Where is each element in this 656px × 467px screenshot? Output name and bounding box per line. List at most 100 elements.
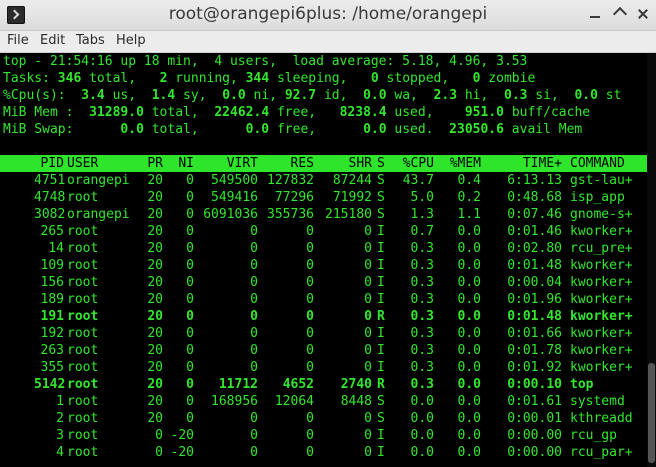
col-command: gnome-s+ bbox=[570, 207, 633, 222]
tasks-total: 346 bbox=[57, 71, 82, 86]
table-row: 192 root 20 0 0 0 0 I 0.3 0.0 0:01.66 kworker+ bbox=[0, 325, 647, 342]
col-pid: 14 bbox=[48, 241, 64, 256]
col-ni: 0 bbox=[186, 309, 194, 324]
col-user: root bbox=[67, 428, 99, 443]
table-row: 4748 root 20 0 549416 77296 71992 S 5.0 0.2 0:48.6… bbox=[0, 189, 647, 206]
col-cpu: 43.7 bbox=[402, 173, 434, 188]
col-mem: 0.0 bbox=[457, 224, 481, 239]
col-time: 0:07.46 bbox=[507, 207, 562, 222]
col-command: rcu_gp bbox=[570, 428, 617, 443]
terminal-window: root@orangepi6plus: /home/orangepi File … bbox=[0, 0, 656, 467]
col-virt: 549416 bbox=[211, 190, 258, 205]
col-time: 0:01.78 bbox=[507, 343, 562, 358]
col-shr: 71992 bbox=[332, 190, 372, 205]
col-s: I bbox=[377, 360, 385, 375]
col-s: I bbox=[377, 428, 385, 443]
table-row: 4 root 0 -20 0 0 0 I 0.0 0.0 0:00.00 rcu_par+ bbox=[0, 444, 647, 461]
header-col-res: RES bbox=[290, 156, 314, 171]
col-mem: 0.0 bbox=[457, 428, 481, 443]
menu-edit[interactable]: Edit bbox=[40, 33, 65, 48]
col-ni: 0 bbox=[186, 241, 194, 256]
col-time: 0:01.48 bbox=[507, 309, 562, 324]
col-s: I bbox=[377, 292, 385, 307]
col-cpu: 1.3 bbox=[410, 207, 434, 222]
menu-tabs[interactable]: Tabs bbox=[76, 33, 105, 48]
col-virt: 0 bbox=[250, 292, 258, 307]
col-res: 77296 bbox=[274, 190, 314, 205]
cpu-id: 92.7 bbox=[284, 88, 317, 103]
col-s: S bbox=[377, 411, 385, 426]
table-row: 355 root 20 0 0 0 0 I 0.3 0.0 0:01.92 kworker+ bbox=[0, 359, 647, 376]
swap-free: 0.0 bbox=[245, 122, 270, 137]
cpu-line: %Cpu(s): 3.4 us, 1.4 sy, 0.0 ni, 92.7 id… bbox=[3, 88, 622, 103]
col-mem: 0.0 bbox=[457, 377, 481, 392]
table-row: 3082 orangepi 20 0 6091036 355736 215180 S 1.3 1.… bbox=[0, 206, 647, 223]
col-s: S bbox=[377, 173, 385, 188]
col-shr: 8448 bbox=[340, 394, 372, 409]
tasks-sleeping: 344 bbox=[245, 71, 270, 86]
swap-line: MiB Swap: 0.0 total, 0.0 free, 0.0 used.… bbox=[3, 122, 583, 137]
mem-used: 8238.4 bbox=[339, 105, 387, 120]
col-time: 0:00.04 bbox=[507, 275, 562, 290]
col-ni: 0 bbox=[186, 394, 194, 409]
mem-free: 22462.4 bbox=[214, 105, 270, 120]
swap-used: 0.0 bbox=[363, 122, 387, 137]
col-cpu: 0.3 bbox=[410, 326, 434, 341]
col-s: S bbox=[377, 207, 385, 222]
col-virt: 0 bbox=[250, 224, 258, 239]
col-time: 0:01.96 bbox=[507, 292, 562, 307]
terminal-output[interactable]: top - 21:54:16 up 18 min, 4 users, load … bbox=[0, 53, 647, 467]
table-row: 109 root 20 0 0 0 0 I 0.3 0.0 0:01.48 kworker+ bbox=[0, 257, 647, 274]
col-pr: 0 bbox=[155, 428, 163, 443]
col-pid: 109 bbox=[40, 258, 64, 273]
cpu-st: 0.0 bbox=[574, 88, 598, 103]
table-row: 1 root 20 0 168956 12064 8448 S 0.0 0.0 0:01.61 sys… bbox=[0, 393, 647, 410]
col-virt: 0 bbox=[250, 275, 258, 290]
col-pr: 20 bbox=[147, 326, 163, 341]
col-virt: 0 bbox=[250, 309, 258, 324]
col-res: 0 bbox=[306, 292, 314, 307]
col-virt: 11712 bbox=[218, 377, 258, 392]
col-cpu: 0.3 bbox=[410, 275, 434, 290]
col-command: gst-lau+ bbox=[570, 173, 633, 188]
header-col-command: COMMAND bbox=[570, 156, 625, 171]
menu-file[interactable]: File bbox=[7, 33, 29, 48]
menu-help[interactable]: Help bbox=[116, 33, 146, 48]
col-s: I bbox=[377, 241, 385, 256]
close-icon[interactable] bbox=[634, 5, 652, 23]
header-col-mem: %MEM bbox=[449, 156, 481, 171]
table-row: 189 root 20 0 0 0 0 I 0.3 0.0 0:01.96 kworker+ bbox=[0, 291, 647, 308]
tasks-line: Tasks: 346 total, 2 running, 344 sleepin… bbox=[3, 71, 536, 86]
cpu-sy: 1.4 bbox=[151, 88, 176, 103]
col-shr: 87244 bbox=[332, 173, 372, 188]
col-cpu: 0.0 bbox=[410, 428, 434, 443]
col-pr: 20 bbox=[147, 258, 163, 273]
col-res: 355736 bbox=[267, 207, 314, 222]
minimize-icon[interactable] bbox=[586, 5, 604, 23]
col-user: root bbox=[67, 394, 99, 409]
tasks-zombie: 0 bbox=[472, 71, 481, 86]
header-col-user: USER bbox=[67, 156, 99, 171]
col-command: top bbox=[570, 377, 594, 392]
col-cpu: 5.0 bbox=[410, 190, 434, 205]
col-command: kworker+ bbox=[570, 258, 633, 273]
col-shr: 0 bbox=[364, 241, 372, 256]
col-s: I bbox=[377, 275, 385, 290]
col-ni: 0 bbox=[186, 411, 194, 426]
col-shr: 0 bbox=[364, 360, 372, 375]
col-time: 0:02.80 bbox=[507, 241, 562, 256]
col-cpu: 0.3 bbox=[410, 241, 434, 256]
scrollbar-thumb[interactable] bbox=[648, 363, 655, 463]
col-user: root bbox=[67, 309, 99, 324]
maximize-icon[interactable] bbox=[610, 5, 628, 23]
table-row: 4751 orangepi 20 0 549500 127832 87244 S 43.7 0.4… bbox=[0, 172, 647, 189]
scrollbar[interactable] bbox=[647, 53, 656, 467]
table-row: 5142 root 20 0 11712 4652 2740 R 0.3 0.0 0:00.10 to… bbox=[0, 376, 647, 393]
col-mem: 0.0 bbox=[457, 394, 481, 409]
col-ni: 0 bbox=[186, 343, 194, 358]
col-res: 0 bbox=[306, 445, 314, 460]
col-pid: 4 bbox=[56, 445, 64, 460]
col-user: root bbox=[67, 377, 99, 392]
title-bar[interactable]: root@orangepi6plus: /home/orangepi bbox=[0, 0, 656, 31]
col-virt: 0 bbox=[250, 258, 258, 273]
